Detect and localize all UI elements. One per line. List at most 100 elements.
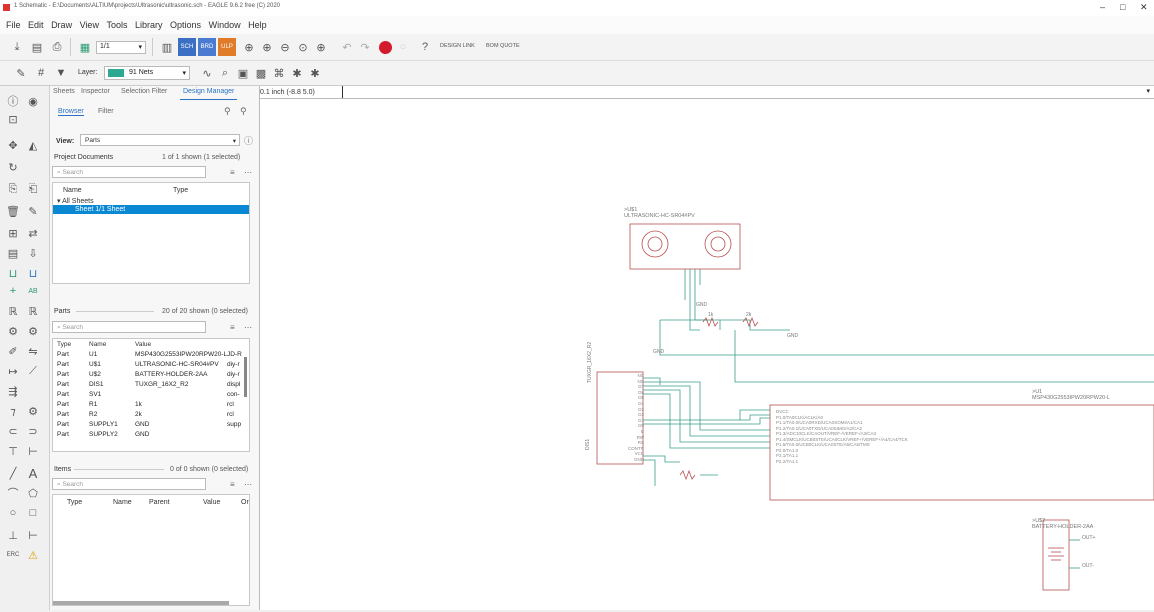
- redo-icon[interactable]: ↷: [356, 38, 374, 56]
- gate-icon[interactable]: ▤: [4, 244, 22, 262]
- chevron-down-icon[interactable]: ▾: [1146, 87, 1150, 95]
- command-input[interactable]: [342, 86, 1150, 98]
- maximize-button[interactable]: □: [1120, 2, 1125, 12]
- rotate-icon[interactable]: ↻: [4, 158, 22, 176]
- view-select[interactable]: Parts ▾: [80, 134, 240, 146]
- go-icon[interactable]: ○: [394, 38, 412, 56]
- rectangle-icon[interactable]: □: [24, 504, 42, 522]
- move-icon[interactable]: ✥: [4, 136, 22, 154]
- close-button[interactable]: ✕: [1140, 2, 1148, 13]
- polygon-icon[interactable]: ⬠: [24, 484, 42, 502]
- table-row[interactable]: Part U$2 BATTERY-HOLDER-2AA diy-r: [55, 371, 247, 379]
- gateswap-icon[interactable]: ⁊: [4, 402, 22, 420]
- zoom-out-icon[interactable]: ⊖: [276, 38, 294, 56]
- tab-browser[interactable]: Browser: [58, 108, 84, 116]
- autoroute-icon[interactable]: ✱: [306, 64, 324, 82]
- measure-icon[interactable]: ⊢: [24, 526, 42, 544]
- schematic-canvas[interactable]: >U$1 ULTRASONIC-HC-SR04#PV >U1 MSP430G25…: [260, 99, 1154, 610]
- menu-edit[interactable]: Edit: [28, 20, 44, 30]
- tab-filter[interactable]: Filter: [98, 108, 114, 115]
- menu-help[interactable]: Help: [248, 20, 267, 30]
- label-icon[interactable]: AB: [24, 282, 42, 300]
- view-icon[interactable]: ▣: [234, 64, 252, 82]
- dimension-tool-icon[interactable]: ⊥: [4, 526, 22, 544]
- select-icon[interactable]: ⊡: [4, 110, 22, 128]
- more-icon[interactable]: ⋯: [244, 323, 252, 332]
- zoom-icon[interactable]: ⚲: [224, 106, 231, 117]
- replace-icon[interactable]: ⇄: [24, 224, 42, 242]
- delete-icon[interactable]: 🗑: [4, 202, 22, 220]
- filter-icon[interactable]: ▼: [52, 64, 70, 82]
- warning-icon[interactable]: ⚠: [24, 546, 42, 564]
- table-row[interactable]: Part DIS1 TUXGR_16X2_R2 displ: [55, 381, 247, 389]
- ruler-icon[interactable]: ⊢: [24, 442, 42, 460]
- route-icon[interactable]: ⌘: [270, 64, 288, 82]
- wrench-icon[interactable]: ✎: [24, 202, 42, 220]
- add-part-icon[interactable]: ⊞: [4, 224, 22, 242]
- stop-icon[interactable]: [376, 38, 394, 56]
- print-icon[interactable]: ⎙: [48, 38, 66, 56]
- help-icon[interactable]: ⓘ: [244, 134, 253, 147]
- list-options-icon[interactable]: ≡: [230, 480, 235, 489]
- paste-icon[interactable]: ⎗: [24, 180, 42, 198]
- list-options-icon[interactable]: ≡: [230, 323, 235, 332]
- more-icon[interactable]: ⋯: [244, 168, 252, 177]
- tab-inspector[interactable]: Inspector: [78, 86, 113, 100]
- table-row[interactable]: Part SUPPLY1 GND supp: [55, 421, 247, 429]
- mirror-icon[interactable]: ◭: [24, 136, 42, 154]
- menu-tools[interactable]: Tools: [106, 20, 127, 30]
- table-row[interactable]: Part SV1 con-: [55, 391, 247, 399]
- ulp-icon[interactable]: ULP: [218, 38, 236, 56]
- sheet-icon[interactable]: ▦: [76, 38, 94, 56]
- label-gear-icon[interactable]: ⚙: [24, 402, 42, 420]
- copy-icon[interactable]: ⎘: [4, 180, 22, 198]
- erc-icon[interactable]: ERC: [4, 546, 22, 564]
- info-icon[interactable]: ⓘ: [4, 92, 22, 110]
- value-icon[interactable]: ℝ: [24, 302, 42, 320]
- invoke-icon[interactable]: ⇩: [24, 244, 42, 262]
- more-icon[interactable]: ⋯: [244, 480, 252, 489]
- horizontal-scrollbar[interactable]: [53, 601, 229, 605]
- table-row[interactable]: Part R2 2k rcl: [55, 411, 247, 419]
- selected-row[interactable]: Sheet 1/1 Sheet: [53, 205, 249, 214]
- text-icon[interactable]: ⇶: [4, 382, 22, 400]
- list-options-icon[interactable]: ≡: [230, 168, 235, 177]
- zoom-in-icon[interactable]: ⊕: [258, 38, 276, 56]
- wire-icon[interactable]: ∿: [198, 64, 216, 82]
- tab-sheets[interactable]: Sheets: [50, 86, 78, 100]
- tab-design-manager[interactable]: Design Manager: [180, 86, 238, 100]
- menu-options[interactable]: Options: [170, 20, 201, 30]
- pencil-icon[interactable]: ✎: [12, 64, 30, 82]
- split-icon[interactable]: ⚙: [24, 322, 42, 340]
- text-tool-icon[interactable]: A: [24, 464, 42, 482]
- arc-icon[interactable]: ⟋: [24, 362, 42, 380]
- bom-quote-button[interactable]: BOM QUOTE: [486, 43, 520, 49]
- layers-icon[interactable]: ▩: [252, 64, 270, 82]
- junction-icon[interactable]: +: [4, 282, 22, 300]
- brd-icon[interactable]: BRD: [198, 38, 216, 56]
- draw-line-icon[interactable]: ╱: [4, 464, 22, 482]
- table-row[interactable]: Part R1 1k rcl: [55, 401, 247, 409]
- name-icon[interactable]: ℝ: [4, 302, 22, 320]
- items-search[interactable]: ⌕ Search: [52, 478, 206, 490]
- table-row[interactable]: Part SUPPLY2 GND: [55, 431, 247, 439]
- menu-window[interactable]: Window: [209, 20, 241, 30]
- board-icon[interactable]: ▥: [158, 38, 176, 56]
- bus-icon[interactable]: ⊔: [24, 264, 42, 282]
- search-icon[interactable]: ⌕: [216, 64, 234, 82]
- sch-icon[interactable]: SCH: [178, 38, 196, 56]
- sheet-select[interactable]: 1/1 ▾: [96, 41, 146, 54]
- zoom-select-icon[interactable]: ⚲: [240, 106, 247, 117]
- bracket-icon[interactable]: ⊂: [4, 422, 22, 440]
- net-icon[interactable]: ⊔: [4, 264, 22, 282]
- undo-icon[interactable]: ↶: [338, 38, 356, 56]
- line-icon[interactable]: ↦: [4, 362, 22, 380]
- grid-icon[interactable]: #: [32, 64, 50, 82]
- menu-draw[interactable]: Draw: [51, 20, 72, 30]
- help-icon[interactable]: ?: [416, 38, 434, 56]
- arc-tool-icon[interactable]: ⌒: [4, 484, 22, 502]
- zoom-redraw-icon[interactable]: ⊙: [294, 38, 312, 56]
- menu-view[interactable]: View: [80, 20, 99, 30]
- dimension-icon[interactable]: ⊃: [24, 422, 42, 440]
- layer-select[interactable]: 91 Nets ▾: [104, 66, 190, 80]
